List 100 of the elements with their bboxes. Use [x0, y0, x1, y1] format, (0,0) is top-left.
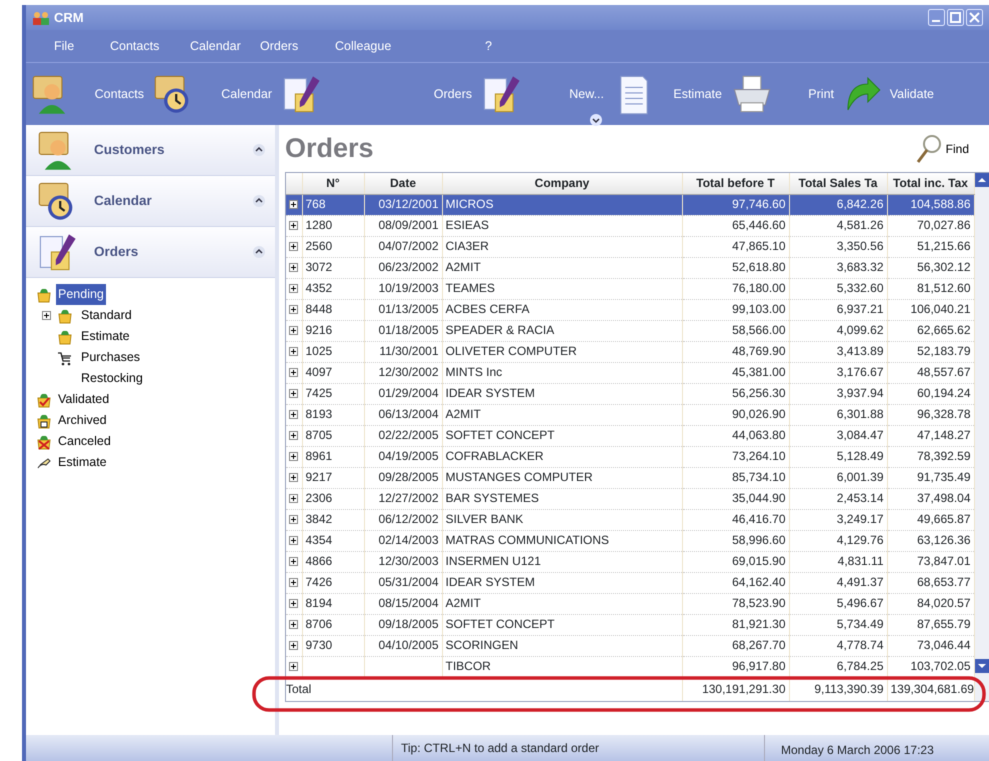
- table-row[interactable]: 9730 04/10/2005 SCORINGEN 68,267.70 4,778.74 73,046.44: [286, 635, 974, 656]
- table-cell: 01/18/2005: [378, 322, 438, 337]
- table-row[interactable]: 8705 02/22/2005 SOFTET CONCEPT 44,063.80 3,084.47 47,148.27: [286, 425, 974, 446]
- tree-item[interactable]: Archived: [56, 410, 109, 431]
- tree-item[interactable]: Restocking: [79, 368, 145, 389]
- column-header[interactable]: N°: [302, 173, 364, 194]
- table-cell: 6,937.21: [836, 302, 884, 316]
- table-cell: INSERMEN U121: [446, 554, 541, 568]
- table-row[interactable]: 4097 12/30/2002 MINTS Inc 45,381.00 3,176.67 48,557.67: [286, 362, 974, 383]
- table-cell: 84,020.57: [917, 596, 970, 610]
- table-cell: A2MIT: [446, 596, 481, 610]
- table-row[interactable]: 8194 08/15/2004 A2MIT 78,523.90 5,496.67 84,020.57: [286, 593, 974, 614]
- menu-item[interactable]: Colleague: [329, 36, 479, 56]
- table-cell: 08/09/2001: [378, 218, 438, 232]
- column-header[interactable]: Company: [442, 173, 682, 194]
- total-value: 139,304,681.69: [890, 682, 974, 696]
- menu-item[interactable]: ?: [479, 36, 539, 56]
- table-cell: 8448: [306, 302, 332, 316]
- table-cell: 1280: [306, 218, 332, 232]
- menu-item[interactable]: Orders: [254, 36, 329, 56]
- table-row[interactable]: 4352 10/19/2003 TEAMES 76,180.00 5,332.60 81,512.60: [286, 278, 974, 299]
- table-row[interactable]: 9217 09/28/2005 MUSTANGES COMPUTER 85,734.10 6,001.39 91,735.49: [286, 467, 974, 488]
- table-row[interactable]: 4866 12/30/2003 INSERMEN U121 69,015.90 4,831.11 73,847.01: [286, 551, 974, 572]
- sidebar-panel[interactable]: Orders: [26, 227, 275, 278]
- table-cell: 56,302.12: [917, 260, 970, 274]
- menu-item[interactable]: Calendar: [184, 36, 254, 56]
- table-cell: 4,099.62: [836, 322, 884, 337]
- toolbar-button[interactable]: Calendar: [148, 72, 276, 116]
- table-row[interactable]: 9216 01/18/2005 SPEADER & RACIA 58,566.00 4,099.62 62,665.62: [286, 320, 974, 341]
- table-cell: 47,865.10: [732, 238, 786, 253]
- table-cell: 73,046.44: [917, 638, 970, 652]
- table-cell: 11/30/2001: [379, 344, 438, 358]
- table-cell: 2,453.14: [836, 490, 884, 505]
- table-row[interactable]: 3072 06/23/2002 A2MIT 52,618.80 3,683.32 56,302.12: [286, 257, 974, 278]
- table-row[interactable]: 2560 04/07/2002 CIA3ER 47,865.10 3,350.56 51,215.66: [286, 236, 974, 257]
- table-cell: 09/18/2005: [378, 616, 438, 631]
- menu-item[interactable]: File: [26, 36, 104, 56]
- sidebar-panel[interactable]: Calendar: [26, 176, 275, 227]
- table-cell: 6,842.26: [836, 196, 884, 211]
- table-cell: 76,180.00: [732, 280, 786, 295]
- table-row[interactable]: 4354 02/14/2003 MATRAS COMMUNICATIONS 58,996.60 4,129.76 63,126.36: [286, 530, 974, 551]
- table-cell: 68,653.77: [917, 574, 970, 589]
- table-row[interactable]: 1025 11/30/2001 OLIVETER COMPUTER 48,769.90 3,413.89 52,183.79: [286, 341, 974, 362]
- table-cell: 96,328.78: [917, 406, 970, 421]
- total-label: Total: [286, 682, 312, 696]
- tree-item[interactable]: Estimate: [56, 452, 109, 473]
- table-row[interactable]: 7426 05/31/2004 IDEAR SYSTEM 64,162.40 4,491.37 68,653.77: [286, 572, 974, 593]
- find-button[interactable]: Find: [910, 132, 975, 164]
- table-cell: 5,496.67: [836, 596, 884, 610]
- column-header[interactable]: Total inc. Tax: [887, 173, 974, 194]
- table-cell: MATRAS COMMUNICATIONS: [446, 532, 610, 547]
- table-cell: 51,215.66: [917, 238, 970, 253]
- toolbar-button[interactable]: Contacts: [26, 72, 148, 116]
- table-cell: 46,416.70: [732, 512, 786, 526]
- column-header[interactable]: Date: [364, 173, 442, 194]
- table-row[interactable]: 7425 01/29/2004 IDEAR SYSTEM 56,256.30 3,937.94 60,194.24: [286, 383, 974, 404]
- column-header[interactable]: Total before T: [682, 173, 789, 194]
- table-row[interactable]: 8961 04/19/2005 COFRABLACKER 73,264.10 5,128.49 78,392.59: [286, 446, 974, 467]
- table-row[interactable]: 8706 09/18/2005 SOFTET CONCEPT 81,921.30 5,734.49 87,655.79: [286, 614, 974, 635]
- tree-item[interactable]: Pending: [56, 284, 106, 305]
- table-cell: 01/13/2005: [378, 302, 438, 316]
- table-cell: 4352: [306, 280, 332, 295]
- table-cell: TEAMES: [446, 280, 495, 295]
- tree-item[interactable]: Canceled: [56, 431, 113, 452]
- menu-item[interactable]: Contacts: [104, 36, 184, 56]
- toolbar-button[interactable]: Orders: [276, 72, 476, 116]
- sidebar-panel[interactable]: Customers: [26, 125, 275, 176]
- tree-item[interactable]: Purchases: [79, 347, 142, 368]
- table-row[interactable]: 768 03/12/2001 MICROS 97,746.60 6,842.26 104,588.86: [286, 194, 974, 215]
- toolbar-button[interactable]: Estimate: [608, 72, 726, 116]
- table-cell: 9730: [306, 638, 332, 652]
- table-cell: 3,176.67: [836, 364, 884, 379]
- table-row[interactable]: TIBCOR 96,917.80 6,784.25 103,702.05: [286, 656, 974, 677]
- table-row[interactable]: 8448 01/13/2005 ACBES CERFA 99,103.00 6,937.21 106,040.21: [286, 299, 974, 320]
- table-row[interactable]: 8193 06/13/2004 A2MIT 90,026.90 6,301.88 96,328.78: [286, 404, 974, 425]
- table-cell: CIA3ER: [446, 238, 489, 253]
- table-row[interactable]: 1280 08/09/2001 ESIEAS 65,446.60 4,581.26 70,027.86: [286, 215, 974, 236]
- toolbar-button[interactable]: Validate: [838, 72, 938, 116]
- table-cell: 87,655.79: [917, 616, 970, 631]
- toolbar-button[interactable]: Print: [726, 72, 838, 116]
- table-cell: 3842: [306, 512, 332, 526]
- table-cell: TIBCOR: [446, 658, 491, 673]
- table-row[interactable]: 3842 06/12/2002 SILVER BANK 46,416.70 3,249.17 49,665.87: [286, 509, 974, 530]
- tree-item[interactable]: Validated: [56, 389, 112, 410]
- table-cell: SPEADER & RACIA: [446, 322, 554, 337]
- table-cell: MICROS: [446, 196, 494, 211]
- table-cell: 58,566.00: [732, 322, 786, 337]
- toolbar-button[interactable]: New...: [476, 72, 608, 116]
- table-cell: 90,026.90: [732, 406, 786, 421]
- table-cell: 106,040.21: [910, 302, 970, 316]
- table-cell: 4097: [306, 364, 332, 379]
- table-row[interactable]: 2306 12/27/2002 BAR SYSTEMES 35,044.90 2,453.14 37,498.04: [286, 488, 974, 509]
- table-cell: 8705: [306, 428, 332, 442]
- tree-item[interactable]: Standard: [79, 305, 134, 326]
- tree-item[interactable]: Estimate: [79, 326, 132, 347]
- table-cell: 5,734.49: [836, 616, 884, 631]
- table-cell: 5,332.60: [836, 280, 884, 295]
- table-cell: COFRABLACKER: [446, 448, 544, 463]
- column-header[interactable]: Total Sales Ta: [789, 173, 887, 194]
- table-cell: 3,350.56: [836, 238, 884, 253]
